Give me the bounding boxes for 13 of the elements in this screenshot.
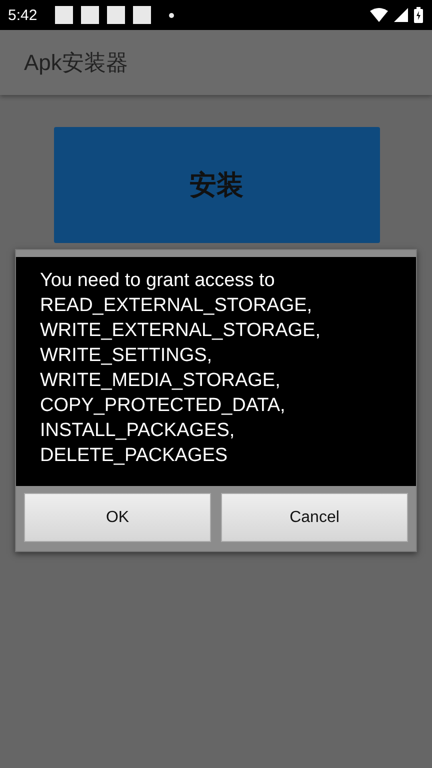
app-title: Apk安装器 — [24, 48, 128, 77]
more-notifications-icon — [169, 12, 174, 18]
ok-button[interactable]: OK — [24, 493, 211, 542]
wifi-icon — [370, 8, 388, 22]
notification-icon — [55, 6, 74, 24]
signal-icon — [394, 8, 408, 22]
status-time: 5:42 — [8, 6, 38, 24]
notification-icon — [133, 6, 152, 24]
dialog-message: You need to grant access to READ_EXTERNAL_STORAGE, WRITE_EXTERNAL_STORAGE, WRITE_SETTINGS, WRITE_MEDIA_STORAGE, COPY_PROTECTED_DATA, INSTALL_PACKAGES, DELETE_PACKAGES — [40, 269, 322, 468]
battery-icon — [414, 7, 423, 23]
notification-icon — [107, 6, 126, 24]
notification-icon — [81, 6, 100, 24]
cancel-button[interactable]: Cancel — [221, 493, 408, 542]
